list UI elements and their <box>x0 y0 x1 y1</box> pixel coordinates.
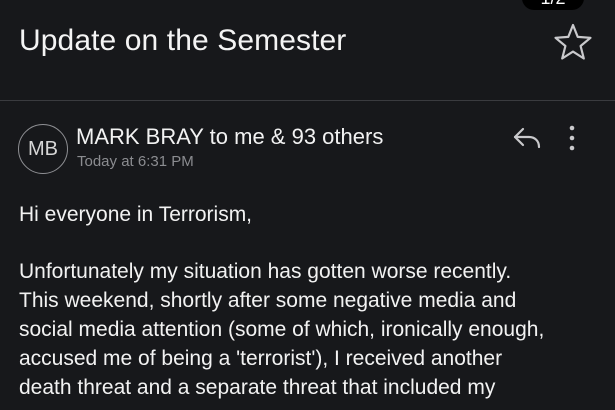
email-body: Hi everyone in Terrorism, Unfortunately … <box>19 200 609 402</box>
page-indicator: 1/2 <box>522 0 584 10</box>
body-line: Unfortunately my situation has gotten wo… <box>19 260 512 283</box>
more-options-icon[interactable] <box>562 123 582 153</box>
sender-and-recipients[interactable]: MARK BRAY to me & 93 others <box>76 123 383 151</box>
email-timestamp: Today at 6:31 PM <box>77 153 194 170</box>
reply-icon[interactable] <box>512 125 542 151</box>
avatar-initials: MB <box>28 137 58 160</box>
body-line: accused me of being a 'terrorist'), I re… <box>19 347 503 370</box>
email-greeting: Hi everyone in Terrorism, <box>19 203 253 226</box>
email-subject: Update on the Semester <box>19 24 347 57</box>
star-icon[interactable] <box>553 22 593 62</box>
email-screen: 1/2 Update on the Semester MB MARK BRAY … <box>0 0 615 410</box>
body-line: death threat and a separate threat that … <box>19 376 496 399</box>
body-line: This weekend, shortly after some negativ… <box>19 289 517 312</box>
email-paragraph: Unfortunately my situation has gotten wo… <box>19 257 609 402</box>
sender-avatar[interactable]: MB <box>18 124 68 174</box>
body-line: social media attention (some of which, i… <box>19 318 545 341</box>
header-divider <box>0 100 615 101</box>
